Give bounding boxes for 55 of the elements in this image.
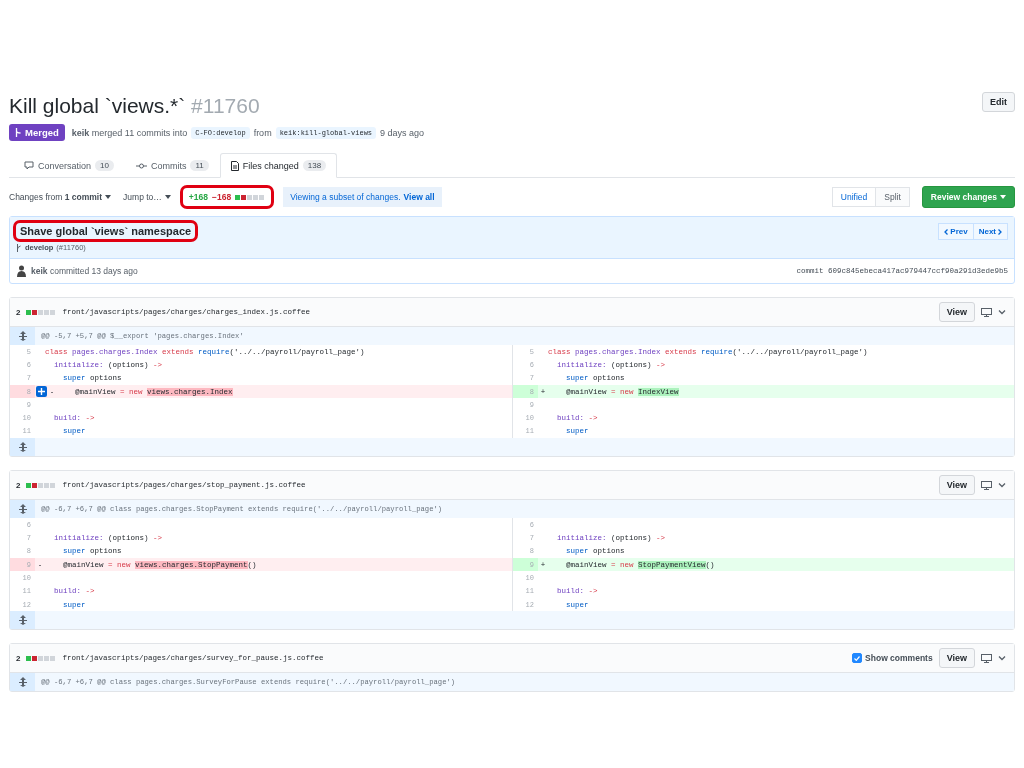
caret-icon [164,195,171,199]
merge-summary: keik merged 11 commits into [71,127,188,138]
diffstat-icon [26,482,57,488]
view-all-link[interactable]: View all [403,192,435,202]
unfold-icon[interactable] [17,504,28,515]
additions-count: +168 [188,192,208,202]
chevron-left-icon [944,228,949,235]
branch-icon [16,243,22,252]
view-button[interactable]: View [938,475,975,496]
change-count: 2 [16,480,21,490]
chevron-down-icon[interactable] [998,655,1006,661]
tab[interactable]: Files changed 138 [219,153,338,178]
view-mode-button[interactable]: Unified [831,187,877,207]
commit-byline: keik committed 13 days ago [31,266,138,276]
caret-icon [1000,195,1006,199]
pull-request-title: Kill global `views.*` #11760 [9,93,260,119]
view-button[interactable]: View [938,648,975,669]
jump-to-dropdown[interactable]: Jump to… [123,192,171,202]
chevron-down-icon[interactable] [998,309,1006,315]
monitor-icon[interactable] [981,480,992,490]
change-count: 2 [16,307,21,317]
view-mode-button[interactable]: Split [875,187,910,207]
avatar [16,265,27,277]
show-comments-checkbox[interactable]: Show comments [852,653,933,664]
commit-icon [135,161,147,170]
chevron-right-icon [998,228,1002,235]
deletions-count: −168 [212,192,232,202]
changes-from-dropdown[interactable]: Changes from 1 commit [9,192,112,202]
diffstat-icon [235,194,266,200]
unfold-icon[interactable] [17,442,28,453]
change-count: 2 [16,653,21,663]
chevron-down-icon[interactable] [998,482,1006,488]
merge-age: 9 days ago [380,127,425,138]
add-comment-button[interactable] [36,386,47,398]
caret-icon [105,195,112,199]
monitor-icon[interactable] [981,653,992,663]
notice-text: Viewing a subset of changes. [290,192,401,202]
tab[interactable]: Commits 11 [124,153,220,178]
unfold-icon[interactable] [17,677,28,688]
merged-badge: Merged [9,124,65,141]
monitor-icon[interactable] [981,307,992,317]
comment-icon [24,161,34,170]
next-button[interactable]: Next [972,223,1008,240]
checkbox[interactable] [852,653,863,664]
from-label: from [253,127,272,138]
view-button[interactable]: View [938,302,975,322]
prev-button[interactable]: Prev [938,223,974,240]
diffstat-icon [26,655,57,661]
diffstat-icon [26,309,57,315]
unfold-icon[interactable] [17,331,28,341]
commit-title: Shave global `views` namespace [16,223,196,239]
edit-button[interactable]: Edit [982,92,1015,112]
file-icon [230,160,239,171]
unfold-icon[interactable] [17,615,28,626]
tab[interactable]: Conversation 10 [13,153,125,178]
